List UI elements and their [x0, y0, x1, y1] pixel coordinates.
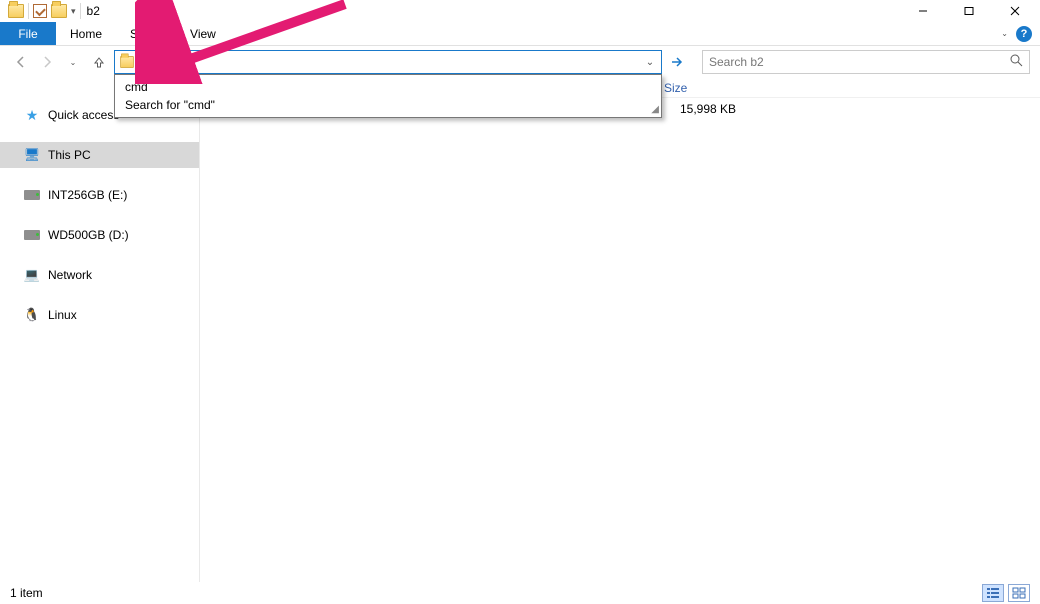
sidebar-label: This PC — [48, 148, 91, 162]
separator — [28, 3, 29, 19]
autocomplete-option[interactable]: Search for "cmd" — [115, 96, 661, 114]
sidebar-label: Quick access — [48, 108, 119, 122]
address-autocomplete: cmd Search for "cmd" ◢ — [114, 74, 662, 118]
quick-access-toolbar: ▾ — [8, 3, 81, 19]
sidebar-item-linux[interactable]: 🐧 Linux — [0, 302, 199, 328]
sidebar-item-this-pc[interactable]: 🖥 This PC — [0, 142, 199, 168]
linux-icon: 🐧 — [24, 307, 40, 323]
col-size[interactable]: Size — [660, 81, 780, 95]
share-tab[interactable]: Share — [116, 22, 176, 45]
folder-icon — [8, 4, 24, 18]
body: ★ Quick access 🖥 This PC INT256GB (E:) W… — [0, 78, 1040, 582]
recent-locations-button[interactable]: ⌄ — [62, 51, 84, 73]
sidebar-label: WD500GB (D:) — [48, 228, 129, 242]
back-button[interactable] — [10, 51, 32, 73]
hdd-icon — [24, 227, 40, 243]
search-box[interactable] — [702, 50, 1030, 74]
maximize-button[interactable] — [946, 0, 992, 22]
sidebar-item-drive-e[interactable]: INT256GB (E:) — [0, 182, 199, 208]
close-button[interactable] — [992, 0, 1038, 22]
search-input[interactable] — [709, 55, 1010, 69]
status-bar: 1 item — [0, 582, 1040, 604]
address-dropdown-icon[interactable]: ⌄ — [641, 51, 659, 73]
address-input[interactable] — [135, 51, 641, 73]
view-tab[interactable]: View — [176, 22, 230, 45]
item-count: 1 item — [10, 586, 43, 600]
network-icon: 💻 — [24, 267, 40, 283]
hdd-icon — [24, 187, 40, 203]
forward-button[interactable] — [36, 51, 58, 73]
sidebar-item-drive-d[interactable]: WD500GB (D:) — [0, 222, 199, 248]
resize-grip-icon[interactable]: ◢ — [651, 104, 659, 115]
new-folder-icon[interactable] — [51, 4, 67, 18]
qat-dropdown-icon[interactable]: ▾ — [71, 6, 76, 17]
search-icon[interactable] — [1010, 54, 1023, 70]
go-button[interactable] — [666, 50, 688, 74]
path-folder-icon — [120, 56, 134, 68]
address-bar[interactable]: ⌄ cmd Search for "cmd" ◢ — [114, 50, 662, 74]
ribbon-tabs: File Home Share View ⌄ ? — [0, 22, 1040, 46]
sidebar-label: Linux — [48, 308, 77, 322]
separator — [80, 3, 81, 19]
large-icons-view-button[interactable] — [1008, 584, 1030, 602]
home-tab[interactable]: Home — [56, 22, 116, 45]
help-icon[interactable]: ? — [1016, 26, 1032, 42]
titlebar: ▾ b2 — [0, 0, 1040, 22]
file-tab[interactable]: File — [0, 22, 56, 45]
sidebar-label: INT256GB (E:) — [48, 188, 127, 202]
star-icon: ★ — [24, 107, 40, 123]
minimize-button[interactable] — [900, 0, 946, 22]
file-list: Name Date modified Type Size pplication … — [200, 78, 1040, 582]
ribbon-expand-icon[interactable]: ⌄ — [1001, 29, 1008, 38]
cell-size: 15,998 KB — [660, 102, 780, 116]
sidebar-label: Network — [48, 268, 92, 282]
window-title: b2 — [87, 4, 100, 18]
navigation-pane: ★ Quick access 🖥 This PC INT256GB (E:) W… — [0, 78, 200, 582]
pc-icon: 🖥 — [24, 147, 40, 163]
navigation-row: ⌄ ⌄ cmd Search for "cmd" ◢ — [0, 46, 1040, 78]
up-button[interactable] — [88, 51, 110, 73]
autocomplete-option[interactable]: cmd — [115, 78, 661, 96]
details-view-button[interactable] — [982, 584, 1004, 602]
sidebar-item-network[interactable]: 💻 Network — [0, 262, 199, 288]
properties-icon[interactable] — [33, 4, 47, 18]
